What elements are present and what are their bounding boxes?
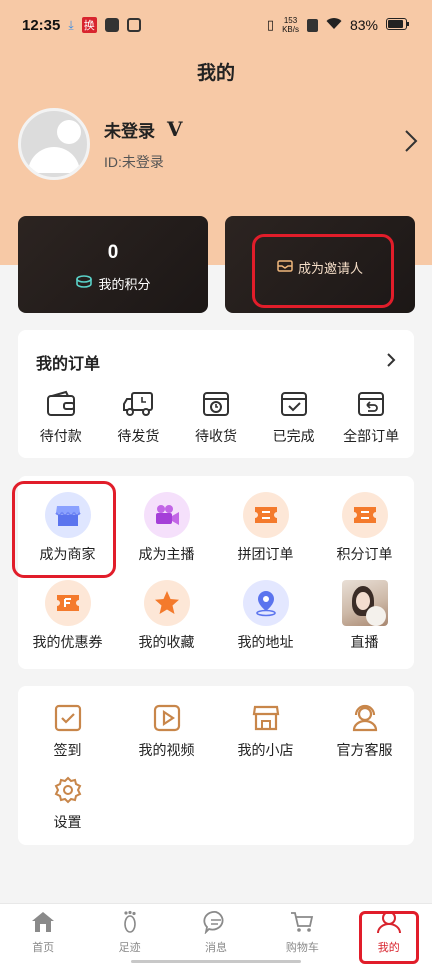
service-label: 我的优惠券	[32, 634, 103, 650]
speed-value: 153	[283, 16, 298, 25]
message-app-icon	[126, 18, 141, 32]
service-label: 我的地址	[237, 634, 294, 650]
speed-unit: KB/s	[282, 25, 299, 34]
order-label: 全部订单	[343, 428, 400, 444]
wallet-icon	[45, 388, 77, 420]
group-buy-orders-item[interactable]: 拼团订单	[216, 492, 315, 580]
shop-icon	[250, 702, 282, 734]
video-camera-icon	[143, 492, 190, 538]
network-speed: 153 KB/s	[282, 16, 299, 34]
headset-icon	[349, 702, 381, 734]
orders-more-chevron-icon[interactable]	[386, 351, 396, 374]
coins-icon	[75, 274, 93, 293]
return-box-icon	[355, 388, 387, 420]
order-completed[interactable]: 已完成	[255, 388, 333, 446]
order-label: 待发货	[117, 428, 160, 444]
orders-title: 我的订单	[36, 356, 101, 373]
play-icon	[151, 702, 183, 734]
order-pending-shipment[interactable]: 待发货	[100, 388, 178, 446]
profile-section[interactable]: 未登录 V ID:未登录	[18, 106, 418, 182]
mine-tab-highlight-box	[359, 911, 419, 964]
package-clock-icon	[200, 388, 232, 420]
chevron-right-icon[interactable]	[404, 127, 418, 161]
points-value: 0	[107, 242, 119, 263]
message-icon	[203, 910, 229, 937]
battery-percent: 83%	[349, 17, 378, 33]
merchant-highlight-box	[12, 481, 116, 578]
tools-panel: 签到 我的视频 我的小店 官方客服 设置	[18, 686, 414, 845]
tab-messages[interactable]: 消息	[173, 904, 259, 964]
invite-highlight-box	[252, 234, 394, 308]
order-label: 已完成	[272, 428, 315, 444]
orders-panel: 我的订单 待付款 待发货 待收货 已完成 全部订单	[18, 330, 414, 458]
tab-footprint[interactable]: 足迹	[86, 904, 172, 964]
status-time: 12:35	[22, 16, 61, 34]
my-favorites-item[interactable]: 我的收藏	[117, 580, 216, 668]
status-bar: 12:35 ⤓ 换 ▯ 153 KB/s 83%	[0, 0, 432, 50]
service-label: 我的收藏	[138, 634, 195, 650]
points-orders-item[interactable]: 积分订单	[315, 492, 414, 580]
vip-badge: V	[167, 117, 183, 141]
my-address-item[interactable]: 我的地址	[216, 580, 315, 668]
points-card[interactable]: 0 我的积分	[18, 216, 208, 313]
profile-id: ID:未登录	[104, 153, 164, 170]
service-label: 拼团订单	[237, 546, 294, 562]
no-sim-icon	[306, 18, 318, 32]
my-videos-item[interactable]: 我的视频	[117, 702, 216, 774]
coupon-icon	[44, 580, 91, 626]
truck-icon	[122, 388, 154, 420]
tool-label: 官方客服	[336, 742, 393, 758]
vibrate-icon: ▯	[266, 17, 275, 32]
home-icon	[30, 910, 56, 937]
link-app-icon	[104, 18, 119, 32]
service-label: 直播	[350, 634, 379, 650]
order-all[interactable]: 全部订单	[332, 388, 410, 446]
app-badge-icon: 换	[81, 17, 97, 33]
order-pending-receipt[interactable]: 待收货	[177, 388, 255, 446]
avatar-body	[28, 147, 80, 173]
check-box-icon	[278, 388, 310, 420]
customer-service-item[interactable]: 官方客服	[315, 702, 414, 774]
home-indicator	[131, 960, 301, 963]
cart-icon	[289, 910, 315, 937]
avatar[interactable]	[18, 108, 90, 180]
order-label: 待付款	[39, 428, 82, 444]
become-streamer-item[interactable]: 成为主播	[117, 492, 216, 580]
tab-label: 消息	[204, 942, 227, 954]
settings-item[interactable]: 设置	[18, 774, 117, 846]
tab-label: 足迹	[118, 942, 141, 954]
tab-home[interactable]: 首页	[0, 904, 86, 964]
tab-label: 首页	[32, 942, 55, 954]
tab-label: 购物车	[285, 942, 319, 954]
tab-cart[interactable]: 购物车	[259, 904, 345, 964]
service-label: 积分订单	[336, 546, 393, 562]
location-icon	[242, 580, 289, 626]
tool-label: 我的视频	[138, 742, 195, 758]
ticket-icon	[242, 492, 289, 538]
my-shop-item[interactable]: 我的小店	[216, 702, 315, 774]
page-title: 我的	[196, 63, 235, 84]
points-label: 我的积分	[98, 277, 151, 292]
tool-label: 我的小店	[237, 742, 294, 758]
my-coupons-item[interactable]: 我的优惠券	[18, 580, 117, 668]
checkin-icon	[52, 702, 84, 734]
avatar-head	[57, 120, 81, 144]
star-icon	[143, 580, 190, 626]
live-item[interactable]: 直播	[315, 580, 414, 668]
service-label: 成为主播	[138, 546, 195, 562]
footprint-icon	[117, 910, 143, 937]
download-icon: ⤓	[68, 17, 74, 32]
profile-name: 未登录	[104, 121, 155, 141]
tool-label: 设置	[53, 814, 82, 830]
battery-icon	[386, 17, 410, 33]
gear-icon	[52, 774, 84, 806]
live-thumbnail	[341, 580, 388, 626]
tool-label: 签到	[53, 742, 82, 758]
order-pending-payment[interactable]: 待付款	[22, 388, 100, 446]
checkin-item[interactable]: 签到	[18, 702, 117, 774]
order-label: 待收货	[194, 428, 237, 444]
ticket-icon	[341, 492, 388, 538]
wifi-icon	[326, 17, 342, 33]
